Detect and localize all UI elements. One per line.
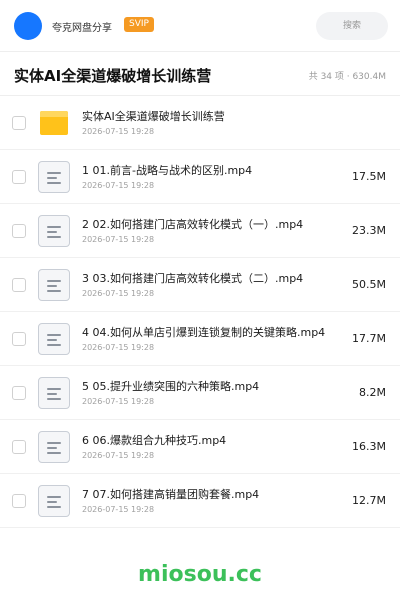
file-date: 2026-07-15 19:28 <box>82 127 155 136</box>
list-item[interactable]: 实体AI全渠道爆破增长训练营 2026-07-15 19:28 <box>0 96 400 150</box>
watermark: miosou.cc <box>138 562 262 587</box>
file-date: 2026-07-15 19:28 <box>82 289 155 298</box>
file-date: 2026-07-15 19:28 <box>82 451 155 460</box>
file-name: 3 03.如何搭建门店高效转化模式（二）.mp4 <box>82 272 304 285</box>
list-item[interactable]: 6 06.爆款组合九种技巧.mp4 2026-07-15 19:28 16.3M <box>0 420 400 474</box>
document-icon <box>38 485 70 517</box>
file-name: 1 01.前言-战略与战术的区别.mp4 <box>82 164 253 177</box>
file-size: 17.5M <box>352 170 386 183</box>
file-name: 实体AI全渠道爆破增长训练营 <box>82 110 225 123</box>
app-header: 夸克网盘分享 SVIP 搜索 <box>0 0 400 52</box>
list-item[interactable]: 7 07.如何搭建高销量团购套餐.mp4 2026-07-15 19:28 12… <box>0 474 400 528</box>
file-size: 12.7M <box>352 494 386 507</box>
select-checkbox[interactable] <box>12 386 26 400</box>
list-item[interactable]: 5 05.提升业绩突围的六种策略.mp4 2026-07-15 19:28 8.… <box>0 366 400 420</box>
file-size: 17.7M <box>352 332 386 345</box>
select-checkbox[interactable] <box>12 332 26 346</box>
avatar[interactable] <box>14 12 42 40</box>
document-icon <box>38 323 70 355</box>
file-list: 实体AI全渠道爆破增长训练营 2026-07-15 19:28 1 01.前言-… <box>0 96 400 528</box>
document-icon <box>38 377 70 409</box>
select-checkbox[interactable] <box>12 278 26 292</box>
file-date: 2026-07-15 19:28 <box>82 505 155 514</box>
file-size: 50.5M <box>352 278 386 291</box>
file-size: 8.2M <box>359 386 386 399</box>
select-checkbox[interactable] <box>12 170 26 184</box>
list-item[interactable]: 2 02.如何搭建门店高效转化模式（一）.mp4 2026-07-15 19:2… <box>0 204 400 258</box>
document-icon <box>38 431 70 463</box>
page-title: 实体AI全渠道爆破增长训练营 <box>14 67 212 85</box>
file-date: 2026-07-15 19:28 <box>82 181 155 190</box>
file-name: 7 07.如何搭建高销量团购套餐.mp4 <box>82 488 260 501</box>
svip-badge: SVIP <box>124 17 154 32</box>
select-checkbox[interactable] <box>12 116 26 130</box>
list-item[interactable]: 4 04.如何从单店引爆到连锁复制的关键策略.mp4 2026-07-15 19… <box>0 312 400 366</box>
file-name: 2 02.如何搭建门店高效转化模式（一）.mp4 <box>82 218 304 231</box>
file-date: 2026-07-15 19:28 <box>82 343 155 352</box>
share-user-name: 夸克网盘分享 <box>52 23 112 34</box>
document-icon <box>38 161 70 193</box>
file-size: 16.3M <box>352 440 386 453</box>
select-checkbox[interactable] <box>12 224 26 238</box>
folder-summary: 共 34 项 · 630.4M <box>308 72 386 82</box>
file-date: 2026-07-15 19:28 <box>82 235 155 244</box>
file-name: 6 06.爆款组合九种技巧.mp4 <box>82 434 227 447</box>
list-item[interactable]: 1 01.前言-战略与战术的区别.mp4 2026-07-15 19:28 17… <box>0 150 400 204</box>
select-checkbox[interactable] <box>12 494 26 508</box>
document-icon <box>38 215 70 247</box>
file-date: 2026-07-15 19:28 <box>82 397 155 406</box>
folder-title-bar: 实体AI全渠道爆破增长训练营 共 34 项 · 630.4M <box>0 52 400 96</box>
file-name: 5 05.提升业绩突围的六种策略.mp4 <box>82 380 260 393</box>
document-icon <box>38 269 70 301</box>
folder-icon <box>38 107 70 139</box>
search-input[interactable]: 搜索 <box>316 12 388 40</box>
list-item[interactable]: 3 03.如何搭建门店高效转化模式（二）.mp4 2026-07-15 19:2… <box>0 258 400 312</box>
file-size: 23.3M <box>352 224 386 237</box>
select-checkbox[interactable] <box>12 440 26 454</box>
file-name: 4 04.如何从单店引爆到连锁复制的关键策略.mp4 <box>82 326 326 339</box>
